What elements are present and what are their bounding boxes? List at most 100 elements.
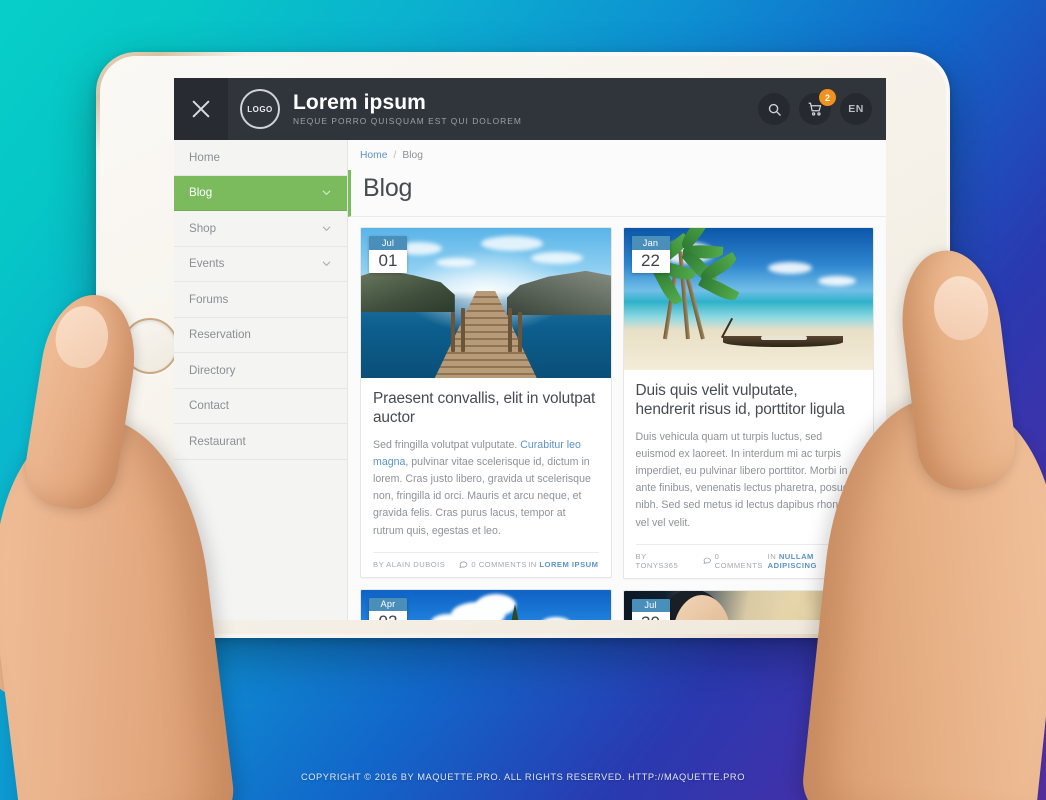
brand[interactable]: Lorem ipsum NEQUE PORRO QUISQUAM EST QUI… xyxy=(293,92,522,126)
chevron-down-icon xyxy=(321,258,332,269)
post-date-badge: Jul 30 xyxy=(631,598,670,620)
sidebar-item-label: Blog xyxy=(189,186,213,200)
sidebar-item-blog[interactable]: Blog xyxy=(174,175,347,211)
breadcrumb-home[interactable]: Home xyxy=(360,150,387,161)
tablet-screen: LOGO Lorem ipsum NEQUE PORRO QUISQUAM ES… xyxy=(174,78,886,620)
sidebar-item-shop[interactable]: Shop xyxy=(174,211,347,247)
page-title: Blog xyxy=(363,174,413,202)
comment-bubble-icon xyxy=(703,557,711,565)
post-date-badge: Jul 01 xyxy=(369,236,407,273)
chevron-down-icon xyxy=(321,187,332,198)
sidebar-item-directory[interactable]: Directory xyxy=(174,353,347,389)
post-comments[interactable]: 0 COMMENTS xyxy=(703,552,768,570)
brand-title: Lorem ipsum xyxy=(293,91,426,115)
brand-subtitle: NEQUE PORRO QUISQUAM EST QUI DOLOREM xyxy=(293,116,522,127)
sidebar-item-label: Shop xyxy=(189,221,217,235)
post-date-month: Jul xyxy=(631,598,670,613)
close-x-icon[interactable] xyxy=(174,78,228,140)
comment-bubble-icon xyxy=(459,561,468,568)
sidebar-item-label: Forums xyxy=(189,292,229,306)
post-date-badge: Apr 02 xyxy=(369,597,407,620)
post-excerpt-rest: pulvinar vitae scelerisque id, dictum in… xyxy=(373,455,591,537)
sidebar-item-home[interactable]: Home xyxy=(174,140,347,176)
right-hand-fingers xyxy=(987,505,1046,683)
sidebar-item-restaurant[interactable]: Restaurant xyxy=(174,424,347,460)
search-icon xyxy=(768,103,781,116)
blog-post-card[interactable]: Jul 30 xyxy=(622,589,874,620)
post-excerpt: Duis vehicula quam ut turpis luctus, sed… xyxy=(635,430,859,529)
sidebar-item-forums[interactable]: Forums xyxy=(174,282,347,318)
front-camera-icon xyxy=(909,342,918,351)
sidebar-item-label: Directory xyxy=(189,363,236,377)
post-date-day: 01 xyxy=(369,249,407,273)
sidebar-item-label: Events xyxy=(189,257,225,271)
logo-text: LOGO xyxy=(247,104,273,114)
sidebar-item-label: Home xyxy=(189,150,220,164)
post-author: BY ALAIN DUBOIS xyxy=(373,559,446,569)
cart-button[interactable]: 2 xyxy=(799,89,836,125)
breadcrumb-separator: / xyxy=(393,149,397,161)
sidebar-nav: Home Blog Shop Events Forums Reservation Direc… xyxy=(174,140,348,620)
post-image: Jul 30 xyxy=(623,590,873,620)
post-excerpt-lead: Sed fringilla volutpat vulputate. xyxy=(373,438,521,451)
site-header: LOGO Lorem ipsum NEQUE PORRO QUISQUAM ES… xyxy=(174,78,886,140)
post-category-prefix: IN xyxy=(767,551,779,561)
post-date-day: 22 xyxy=(631,249,670,273)
post-image: Jul 01 xyxy=(361,228,611,378)
post-category-prefix: IN xyxy=(528,559,540,569)
post-title[interactable]: Praesent convallis, elit in volutpat auc… xyxy=(373,389,599,428)
post-category: IN LOREM IPSUM xyxy=(528,560,598,569)
search-button[interactable] xyxy=(758,93,790,125)
cart-count-badge: 2 xyxy=(819,89,836,106)
post-category-name[interactable]: LOREM IPSUM xyxy=(539,560,598,569)
tablet-bezel: LOGO Lorem ipsum NEQUE PORRO QUISQUAM ES… xyxy=(100,56,946,634)
language-button[interactable]: EN xyxy=(840,93,872,125)
blog-post-card[interactable]: Jan 22 Duis quis velit vulputate, hendre… xyxy=(622,227,874,579)
post-comments-label: 0 COMMENTS xyxy=(714,551,763,570)
post-body: Duis quis velit vulputate, hendrerit ris… xyxy=(624,370,874,532)
post-column-left: Jul 01 Praesent convallis, elit in volut… xyxy=(360,227,612,620)
post-date-day: 02 xyxy=(369,611,407,620)
scene: LOGO Lorem ipsum NEQUE PORRO QUISQUAM ES… xyxy=(0,0,1046,800)
content-area: Home / Blog Blog Jul 01 Praesent convall… xyxy=(348,140,886,620)
post-date-month: Apr xyxy=(369,597,407,612)
post-date-day: 30 xyxy=(631,612,670,620)
post-meta: BY TONYS365 0 COMMENTS IN NULLAM ADIPISC… xyxy=(635,543,861,578)
home-button[interactable] xyxy=(122,318,178,374)
post-category: IN NULLAM ADIPISCING xyxy=(768,552,861,570)
sidebar-item-label: Reservation xyxy=(189,328,251,342)
post-excerpt: Sed fringilla volutpat vulputate. Curabi… xyxy=(373,437,599,540)
tablet-device: LOGO Lorem ipsum NEQUE PORRO QUISQUAM ES… xyxy=(96,52,950,638)
post-image: Apr 02 xyxy=(361,589,611,620)
post-comments-label: 0 COMMENTS xyxy=(471,559,527,569)
page-title-wrap: Blog xyxy=(348,170,886,217)
language-label: EN xyxy=(848,103,864,115)
copyright-text: COPYRIGHT © 2016 BY MAQUETTE.PRO. ALL RI… xyxy=(301,772,745,782)
breadcrumb: Home / Blog xyxy=(348,140,886,170)
sidebar-item-contact[interactable]: Contact xyxy=(174,388,347,424)
sidebar-item-events[interactable]: Events xyxy=(174,246,347,282)
blog-post-card[interactable]: Jul 01 Praesent convallis, elit in volut… xyxy=(360,227,612,578)
post-image: Jan 22 xyxy=(623,228,873,370)
post-date-month: Jul xyxy=(369,236,407,250)
left-hand-fingers xyxy=(0,530,58,702)
header-actions: 2 EN xyxy=(758,89,886,125)
blog-post-grid: Jul 01 Praesent convallis, elit in volut… xyxy=(348,217,886,620)
post-meta: BY ALAIN DUBOIS 0 COMMENTS IN LOREM IPSU… xyxy=(373,551,599,577)
post-author: BY TONYS365 xyxy=(635,551,679,570)
sidebar-item-reservation[interactable]: Reservation xyxy=(174,317,347,353)
breadcrumb-current: Blog xyxy=(402,149,423,161)
post-date-month: Jan xyxy=(631,236,670,250)
post-body: Praesent convallis, elit in volutpat auc… xyxy=(361,378,611,540)
post-column-right: Jan 22 Duis quis velit vulputate, hendre… xyxy=(622,227,874,620)
logo-badge[interactable]: LOGO xyxy=(240,89,280,129)
site-body: Home Blog Shop Events Forums Reservation Direc… xyxy=(174,140,886,620)
blog-post-card[interactable]: Apr 02 xyxy=(360,588,612,620)
post-date-badge: Jan 22 xyxy=(631,236,670,273)
sidebar-item-label: Restaurant xyxy=(189,434,246,448)
sidebar-item-label: Contact xyxy=(189,399,229,413)
chevron-down-icon xyxy=(321,223,332,234)
post-comments[interactable]: 0 COMMENTS xyxy=(459,560,527,569)
post-title[interactable]: Duis quis velit vulputate, hendrerit ris… xyxy=(636,381,862,420)
shopping-cart-icon xyxy=(808,102,821,116)
